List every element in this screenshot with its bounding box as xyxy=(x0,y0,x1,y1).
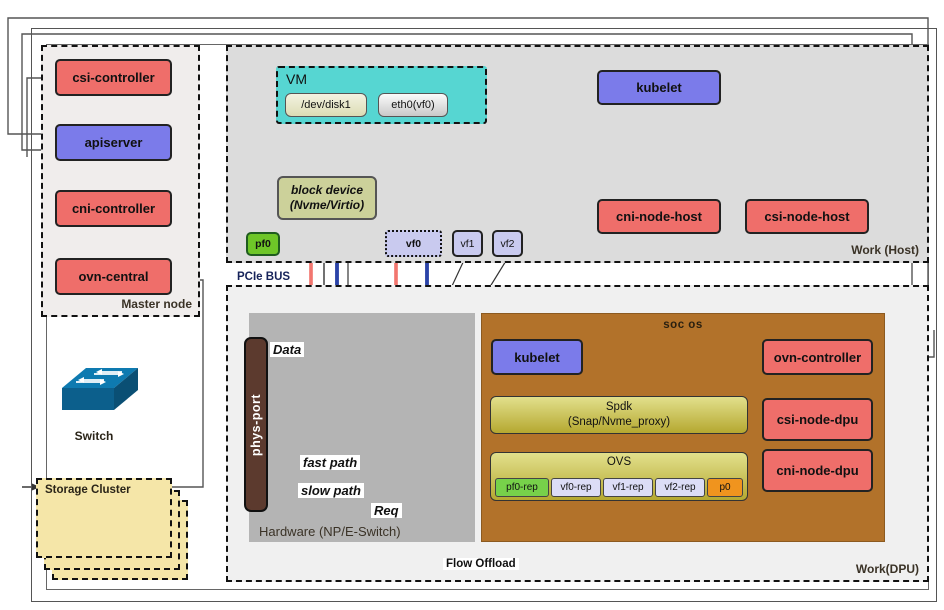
node-kubelet-dpu[interactable]: kubelet xyxy=(491,339,583,375)
phys-port[interactable]: phys-port xyxy=(244,337,268,512)
vm-device-dev-disk1[interactable]: /dev/disk1 xyxy=(285,93,367,117)
ovs-title: OVS xyxy=(606,456,632,468)
master-node-label: Master node xyxy=(121,297,192,311)
ovs-port-pf0-rep[interactable]: pf0-rep xyxy=(495,478,549,497)
storage-cluster-label: Storage Cluster xyxy=(45,484,131,496)
function-vf1[interactable]: vf1 xyxy=(452,230,483,257)
vm-title: VM xyxy=(286,71,307,87)
block-device-box[interactable]: block device (Nvme/Virtio) xyxy=(277,176,377,220)
node-csi-node-host[interactable]: csi-node-host xyxy=(745,199,869,234)
node-csi-controller[interactable]: csi-controller xyxy=(55,59,172,96)
node-cni-controller[interactable]: cni-controller xyxy=(55,190,172,227)
diagram-canvas: Master node csi-controller apiserver cni… xyxy=(0,0,944,610)
function-vf0[interactable]: vf0 xyxy=(385,230,442,257)
node-ovn-central[interactable]: ovn-central xyxy=(55,258,172,295)
flow-offload-label: Flow Offload xyxy=(443,558,519,570)
node-cni-node-dpu[interactable]: cni-node-dpu xyxy=(762,449,873,492)
ovs-port-vf0-rep[interactable]: vf0-rep xyxy=(551,478,601,497)
host-label: Work (Host) xyxy=(851,243,919,257)
dpu-label: Work(DPU) xyxy=(855,562,919,576)
phys-port-label: phys-port xyxy=(249,393,263,456)
node-kubelet-host[interactable]: kubelet xyxy=(597,70,721,105)
node-cni-node-host[interactable]: cni-node-host xyxy=(597,199,721,234)
switch-label: Switch xyxy=(74,429,114,443)
ovs-box[interactable]: OVS pf0-rep vf0-rep vf1-rep vf2-rep p0 xyxy=(490,452,748,501)
storage-cluster[interactable]: Storage Cluster xyxy=(36,478,172,558)
spdk-subtitle: (Snap/Nvme_proxy) xyxy=(567,415,671,428)
node-apiserver[interactable]: apiserver xyxy=(55,124,172,161)
ovs-port-vf1-rep[interactable]: vf1-rep xyxy=(603,478,653,497)
spdk-box[interactable]: Spdk (Snap/Nvme_proxy) xyxy=(490,396,748,434)
function-vf2[interactable]: vf2 xyxy=(492,230,523,257)
ovs-port-p0[interactable]: p0 xyxy=(707,478,743,497)
data-label: Data xyxy=(270,342,305,357)
fast-path-label: fast path xyxy=(300,455,361,470)
slow-path-label: slow path xyxy=(298,483,364,498)
soc-os-label: soc os xyxy=(663,319,703,331)
network-switch-icon xyxy=(62,368,138,410)
node-ovn-controller[interactable]: ovn-controller xyxy=(762,339,873,375)
ovs-port-row: pf0-rep vf0-rep vf1-rep vf2-rep p0 xyxy=(495,478,743,497)
node-csi-node-dpu[interactable]: csi-node-dpu xyxy=(762,398,873,441)
switch-group: Switch xyxy=(44,360,144,443)
function-pf0[interactable]: pf0 xyxy=(246,232,280,256)
pcie-bus-label: PCIe BUS xyxy=(237,271,291,283)
block-device-line1: block device xyxy=(290,183,364,197)
block-device-line2: (Nvme/Virtio) xyxy=(289,198,365,212)
hardware-label: Hardware (NP/E-Switch) xyxy=(259,524,401,539)
req-label: Req xyxy=(371,503,402,518)
spdk-title: Spdk xyxy=(605,401,633,413)
ovs-port-vf2-rep[interactable]: vf2-rep xyxy=(655,478,705,497)
vm-device-eth0[interactable]: eth0(vf0) xyxy=(378,93,448,117)
